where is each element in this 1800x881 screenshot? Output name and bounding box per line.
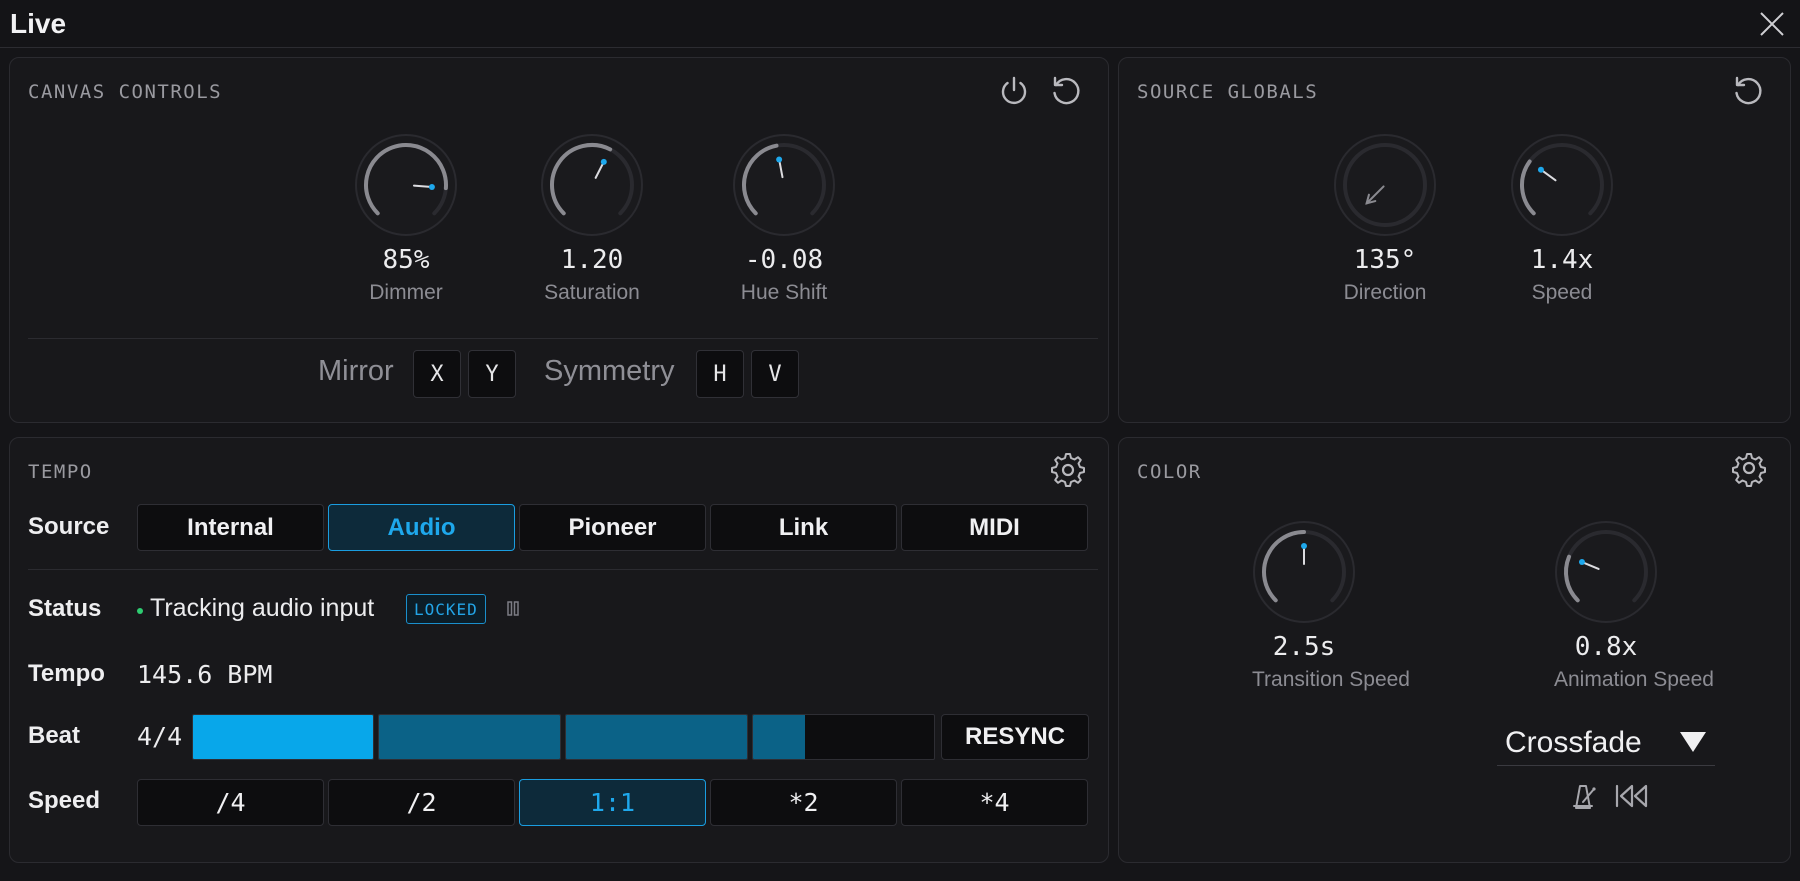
source-midi-button[interactable]: MIDI — [901, 504, 1088, 551]
knob-pointer-dot — [600, 158, 607, 165]
animation-speed-knob[interactable]: 0.8x Animation Speed — [1554, 520, 1714, 692]
direction-value: 135° — [1353, 245, 1417, 275]
knob-body — [1253, 521, 1355, 623]
symmetry-v-button[interactable]: V — [751, 350, 799, 398]
hue-shift-knob[interactable]: -0.08 Hue Shift — [732, 133, 836, 305]
mirror-label: Mirror — [318, 355, 394, 387]
tempo-label: Tempo — [28, 660, 105, 687]
beat-label: Beat — [28, 722, 81, 749]
canvas-controls-panel: CANVAS CONTROLS 85% Dimmer 1.20 Saturati… — [9, 57, 1109, 423]
knob-pointer-dot — [776, 156, 783, 163]
speed-half-button[interactable]: /2 — [328, 779, 515, 826]
speed-label: Speed — [28, 787, 101, 814]
color-title: COLOR — [1137, 461, 1202, 483]
status-indicator — [137, 608, 143, 614]
tempo-divider — [28, 569, 1098, 570]
source-audio-button[interactable]: Audio — [328, 504, 515, 551]
knob-body — [1334, 134, 1436, 236]
status-label: Status — [28, 595, 102, 622]
knob-pointer-dot — [428, 184, 435, 191]
beat-fill — [379, 715, 560, 759]
metronome-icon[interactable] — [1567, 780, 1599, 812]
source-label: Source — [28, 513, 110, 540]
beat-cell-2 — [378, 714, 561, 760]
speed-value: 1.4x — [1530, 245, 1594, 275]
crossfade-select-value: Crossfade — [1505, 726, 1642, 759]
close-icon[interactable] — [1758, 10, 1786, 38]
gear-icon[interactable] — [1731, 452, 1767, 488]
beat-signature: 4/4 — [137, 722, 183, 751]
speed-quadruple-button[interactable]: *4 — [901, 779, 1088, 826]
source-globals-panel: SOURCE GLOBALS 135° Direction 1.4x Speed — [1118, 57, 1791, 423]
knob-pointer-dot — [1578, 559, 1585, 566]
knob-body — [1511, 134, 1613, 236]
beat-cell-3 — [565, 714, 748, 760]
dimmer-label: Dimmer — [369, 281, 443, 304]
speed-normal-button[interactable]: 1:1 — [519, 779, 706, 826]
knob-body — [355, 134, 457, 236]
title-bar: Live — [0, 0, 1800, 48]
speed-quarter-button[interactable]: /4 — [137, 779, 324, 826]
hue-shift-label: Hue Shift — [740, 281, 828, 304]
window-title: Live — [10, 8, 67, 39]
mirror-y-button[interactable]: Y — [468, 350, 516, 398]
transition-speed-label: Transition Speed — [1252, 668, 1410, 691]
knob-pointer-dot — [1537, 166, 1544, 173]
direction-knob[interactable]: 135° Direction — [1333, 133, 1437, 305]
speed-knob[interactable]: 1.4x Speed — [1510, 133, 1614, 305]
source-globals-title: SOURCE GLOBALS — [1137, 81, 1319, 103]
power-icon[interactable] — [996, 73, 1032, 109]
direction-label: Direction — [1343, 281, 1427, 304]
beat-cell-1 — [192, 714, 374, 760]
status-text: Tracking audio input — [150, 594, 375, 622]
pause-icon[interactable] — [506, 601, 520, 617]
beat-cell-4 — [752, 714, 935, 760]
knob-body — [541, 134, 643, 236]
reset-icon[interactable] — [1730, 73, 1766, 109]
tempo-panel: TEMPO Source Internal Audio Pioneer Link… — [9, 437, 1109, 863]
source-internal-button[interactable]: Internal — [137, 504, 324, 551]
source-pioneer-button[interactable]: Pioneer — [519, 504, 706, 551]
knob-body — [1555, 521, 1657, 623]
hue-shift-value: -0.08 — [744, 245, 824, 275]
dimmer-knob[interactable]: 85% Dimmer — [354, 133, 458, 305]
saturation-label: Saturation — [544, 281, 640, 304]
mirror-x-button[interactable]: X — [413, 350, 461, 398]
dimmer-value: 85% — [382, 245, 430, 275]
transition-speed-knob[interactable]: 2.5s Transition Speed — [1252, 520, 1410, 692]
status-badge: LOCKED — [406, 594, 486, 624]
source-link-button[interactable]: Link — [710, 504, 897, 551]
beat-fill — [566, 715, 747, 759]
animation-speed-value: 0.8x — [1574, 632, 1638, 662]
beat-fill — [193, 715, 373, 759]
tempo-value: 145.6 BPM — [137, 660, 273, 689]
canvas-controls-title: CANVAS CONTROLS — [28, 81, 223, 103]
transition-speed-value: 2.5s — [1272, 632, 1336, 662]
speed-label: Speed — [1531, 281, 1593, 304]
saturation-knob[interactable]: 1.20 Saturation — [540, 133, 644, 305]
beat-fill — [753, 715, 806, 759]
symmetry-label: Symmetry — [544, 355, 675, 387]
speed-double-button[interactable]: *2 — [710, 779, 897, 826]
tempo-title: TEMPO — [28, 461, 93, 483]
symmetry-h-button[interactable]: H — [696, 350, 744, 398]
color-panel: COLOR 2.5s Transition Speed 0.8x Animati… — [1118, 437, 1791, 863]
knob-pointer-dot — [1301, 543, 1307, 549]
knob-body — [733, 134, 835, 236]
canvas-controls-divider — [28, 338, 1098, 339]
saturation-value: 1.20 — [560, 245, 624, 275]
crossfade-select[interactable]: Crossfade — [1497, 720, 1715, 766]
gear-icon[interactable] — [1050, 452, 1086, 488]
rewind-icon[interactable] — [1614, 780, 1650, 812]
resync-button[interactable]: RESYNC — [941, 714, 1089, 760]
chevron-down-icon — [1679, 730, 1707, 759]
reset-icon[interactable] — [1048, 73, 1084, 109]
animation-speed-label: Animation Speed — [1554, 668, 1714, 691]
